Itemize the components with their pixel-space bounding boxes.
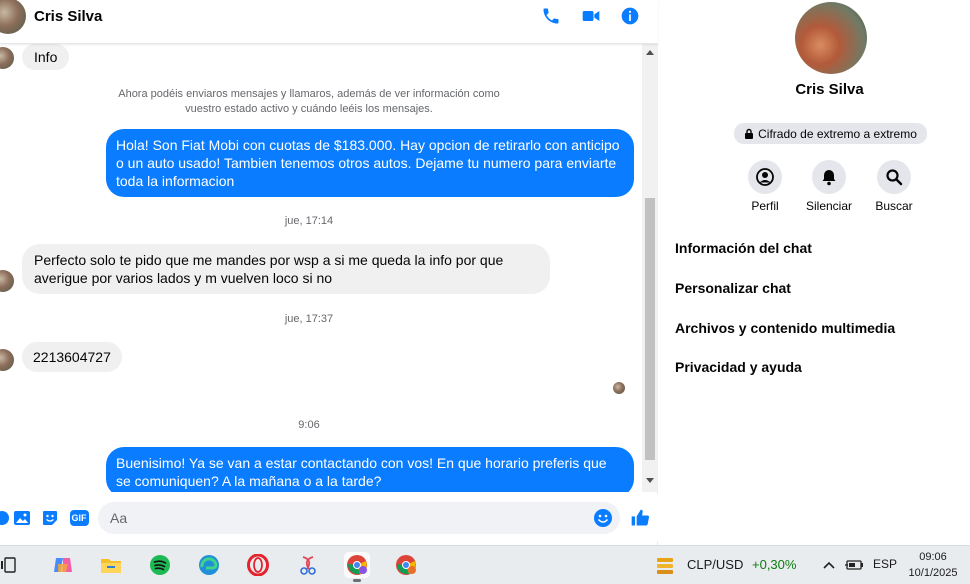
copilot-icon[interactable] <box>50 552 76 578</box>
gif-icon[interactable]: GIF <box>68 508 90 528</box>
encryption-label: Cifrado de extremo a extremo <box>758 126 917 141</box>
like-icon[interactable] <box>630 508 650 528</box>
contact-mini-avatar <box>0 349 14 371</box>
currency-widget-icon[interactable] <box>652 552 678 578</box>
scroll-up-arrow[interactable] <box>646 50 654 55</box>
message-input[interactable] <box>98 502 620 534</box>
plus-icon[interactable] <box>0 508 12 528</box>
scroll-thumb[interactable] <box>645 198 655 460</box>
search-icon <box>877 160 911 194</box>
language-indicator[interactable]: ESP <box>873 557 897 571</box>
battery-icon[interactable] <box>841 552 867 578</box>
contact-mini-avatar <box>0 47 14 69</box>
menu-customize-chat[interactable]: Personalizar chat <box>675 280 791 296</box>
gif-label: GIF <box>69 510 89 526</box>
profile-icon <box>748 160 782 194</box>
lock-icon <box>745 128 754 139</box>
chrome-messenger-icon[interactable] <box>344 552 370 582</box>
task-view-icon[interactable] <box>0 552 22 578</box>
mute-action[interactable]: Silenciar <box>794 160 864 213</box>
bell-icon <box>812 160 846 194</box>
scrollbar[interactable] <box>642 44 658 492</box>
video-camera-icon[interactable] <box>580 5 602 27</box>
panel-contact-avatar[interactable] <box>795 2 867 74</box>
search-label: Buscar <box>875 199 913 213</box>
search-action[interactable]: Buscar <box>859 160 929 213</box>
seen-indicator-avatar <box>613 382 625 394</box>
profile-label: Perfil <box>751 199 779 213</box>
profile-action[interactable]: Perfil <box>730 160 800 213</box>
currency-pair[interactable]: CLP/USD <box>687 557 743 572</box>
timestamp: 9:06 <box>298 419 320 431</box>
edge-browser-icon[interactable] <box>196 552 222 578</box>
menu-privacy-help[interactable]: Privacidad y ayuda <box>675 359 802 375</box>
opera-browser-icon[interactable] <box>245 552 271 578</box>
clock-time: 09:06 <box>919 551 947 563</box>
sticker-icon[interactable] <box>40 508 60 528</box>
clock-date: 10/1/2025 <box>908 567 958 579</box>
incoming-message[interactable]: 2213604727 <box>22 342 122 372</box>
outgoing-message[interactable]: Buenisimo! Ya se van a estar contactando… <box>106 447 634 492</box>
incoming-message[interactable]: Perfecto solo te pido que me mandes por … <box>22 244 550 294</box>
contact-avatar[interactable] <box>0 0 26 34</box>
spotify-icon[interactable] <box>147 552 173 578</box>
info-icon[interactable] <box>619 5 641 27</box>
contact-name[interactable]: Cris Silva <box>34 8 102 25</box>
windows-taskbar: CLP/USD +0,30% ESP 09:06 10/1/2025 <box>0 545 970 584</box>
file-explorer-icon[interactable] <box>98 552 124 578</box>
chat-header: Cris Silva <box>0 0 658 44</box>
gallery-icon[interactable] <box>12 508 32 528</box>
composer-bar: GIF <box>0 494 658 542</box>
system-clock[interactable]: 09:06 10/1/2025 <box>898 549 968 581</box>
system-notice: Ahora podéis enviaros mensajes y llamaro… <box>118 88 500 115</box>
menu-media-files[interactable]: Archivos y contenido multimedia <box>675 320 895 336</box>
scroll-down-arrow[interactable] <box>646 478 654 483</box>
currency-change[interactable]: +0,30% <box>752 557 796 572</box>
chat-pane: Cris Silva Info Ahora podéis enviaros me… <box>0 0 658 545</box>
outgoing-message[interactable]: Hola! Son Fiat Mobi con cuotas de $183.0… <box>106 129 634 197</box>
emoji-icon[interactable] <box>593 508 613 528</box>
menu-chat-info[interactable]: Información del chat <box>675 240 812 256</box>
contact-info-panel: Cris Silva Cifrado de extremo a extremo … <box>659 0 970 545</box>
panel-contact-name: Cris Silva <box>795 81 864 98</box>
chrome-browser-icon[interactable] <box>393 552 419 578</box>
phone-icon[interactable] <box>540 5 562 27</box>
snipping-tool-icon[interactable] <box>295 552 321 578</box>
timestamp: jue, 17:37 <box>284 313 334 325</box>
timestamp: jue, 17:14 <box>284 215 334 227</box>
mute-label: Silenciar <box>805 199 853 213</box>
encryption-badge[interactable]: Cifrado de extremo a extremo <box>734 123 927 144</box>
chevron-up-icon[interactable] <box>816 552 842 578</box>
active-app-indicator <box>353 579 361 582</box>
messenger-window: Cris Silva Info Ahora podéis enviaros me… <box>0 0 970 545</box>
incoming-message[interactable]: Info <box>22 44 70 70</box>
contact-mini-avatar <box>0 270 14 292</box>
message-list[interactable]: Info Ahora podéis enviaros mensajes y ll… <box>0 44 642 492</box>
